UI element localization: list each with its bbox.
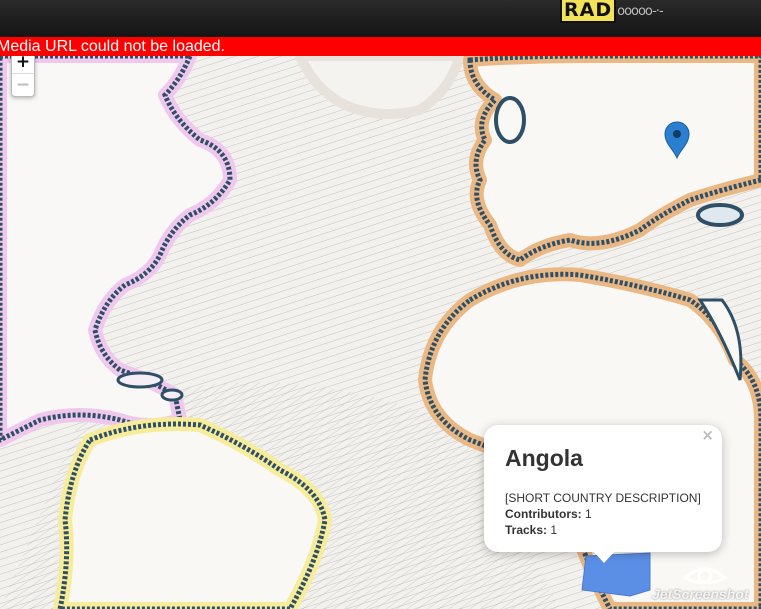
contributors-row: Contributors: 1 [505, 506, 701, 522]
popup-tip [593, 551, 615, 563]
popup-title: Angola [505, 445, 583, 471]
eye-icon [682, 567, 728, 585]
watermark-text: JetScreenshot [652, 586, 749, 602]
tracks-row: Tracks: 1 [505, 522, 701, 538]
tracks-label: Tracks: [505, 523, 548, 537]
contributors-value: 1 [585, 507, 592, 521]
watermark: JetScreenshot [652, 558, 757, 606]
country-description: [SHORT COUNTRY DESCRIPTION] [505, 491, 701, 505]
country-popup: × Angola [SHORT COUNTRY DESCRIPTION] Con… [484, 425, 722, 563]
popup-body: [SHORT COUNTRY DESCRIPTION] Contributors… [505, 490, 701, 538]
top-bar: RAD ooooo-·- [0, 0, 761, 37]
logo-wave: ooooo-·- [617, 3, 664, 19]
zoom-control: + − [11, 56, 35, 97]
radio-logo[interactable]: RAD ooooo-·- [560, 0, 664, 23]
logo-text: RAD [560, 0, 617, 23]
zoom-out-button[interactable]: − [12, 73, 34, 96]
zoom-in-button[interactable]: + [12, 56, 34, 73]
tracks-value: 1 [550, 523, 558, 537]
error-banner: Media URL could not be loaded. [0, 37, 761, 56]
contributors-label: Contributors: [505, 507, 582, 521]
close-icon[interactable]: × [701, 426, 714, 444]
